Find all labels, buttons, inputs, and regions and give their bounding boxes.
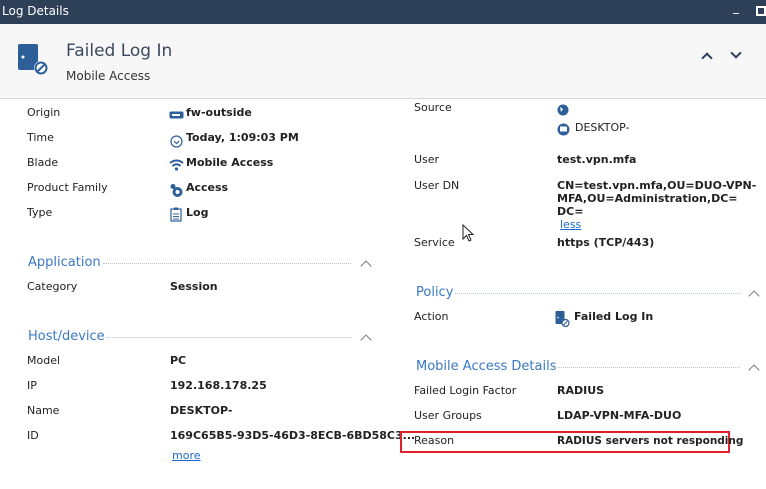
name-label: Name — [27, 404, 60, 417]
mobile-access-details-heading: Mobile Access Details — [416, 359, 557, 374]
id-label: ID — [27, 429, 39, 442]
model-label: Model — [27, 354, 61, 367]
origin-label: Origin — [27, 106, 61, 119]
log-header: Failed Log In Mobile Access — [0, 24, 766, 99]
section-divider — [106, 337, 351, 338]
name-value: DESKTOP- — [170, 404, 233, 417]
product-family-label: Product Family — [27, 181, 108, 194]
origin-value: fw-outside — [186, 106, 252, 119]
model-value: PC — [170, 354, 187, 367]
clock-icon — [170, 135, 183, 148]
more-link[interactable]: more — [172, 449, 201, 463]
user-dn-line: MFA,OU=Administration,DC= — [557, 192, 738, 205]
blade-value: Mobile Access — [186, 156, 274, 169]
category-value: Session — [170, 280, 218, 293]
section-divider — [553, 367, 740, 368]
failed-login-factor-value: RADIUS — [557, 384, 605, 397]
title-bar: Log Details _ — [0, 0, 766, 24]
id-value: 169C65B5-93D5-46D3-8ECB-6BD58C3... — [170, 429, 416, 442]
user-label: User — [414, 153, 440, 166]
less-link[interactable]: less — [560, 218, 581, 232]
desktop-icon — [557, 123, 570, 136]
next-log-button[interactable] — [730, 47, 742, 59]
access-icon — [170, 184, 183, 197]
category-label: Category — [27, 280, 78, 293]
product-family-value: Access — [186, 181, 229, 194]
type-value: Log — [186, 206, 209, 219]
host-device-heading: Host/device — [28, 329, 105, 344]
application-heading: Application — [28, 255, 101, 270]
action-label: Action — [414, 310, 449, 323]
ip-value: 192.168.178.25 — [170, 379, 267, 392]
collapse-application-button[interactable] — [360, 260, 372, 272]
collapse-host-button[interactable] — [360, 334, 372, 346]
collapse-mobile-access-button[interactable] — [748, 364, 760, 376]
user-groups-value: LDAP-VPN-MFA-DUO — [557, 409, 682, 422]
user-value: test.vpn.mfa — [557, 153, 637, 166]
ip-label: IP — [27, 379, 37, 392]
log-icon — [170, 207, 182, 222]
time-value: Today, 1:09:03 PM — [186, 131, 299, 144]
section-divider — [103, 263, 351, 264]
user-dn-line: DC= — [557, 205, 584, 218]
user-groups-label: User Groups — [414, 409, 482, 422]
policy-heading: Policy — [416, 285, 454, 300]
mouse-cursor-icon — [462, 224, 475, 242]
user-dn-line: CN=test.vpn.mfa,OU=DUO-VPN- — [557, 179, 757, 192]
source-label: Source — [414, 101, 452, 114]
wifi-icon — [169, 159, 184, 171]
failed-login-icon — [555, 311, 570, 327]
page-title: Failed Log In — [66, 41, 173, 61]
action-value: Failed Log In — [574, 310, 654, 323]
globe-icon — [557, 104, 569, 116]
reason-value: RADIUS servers not responding — [557, 435, 744, 447]
window-title: Log Details — [2, 4, 69, 18]
blade-label: Blade — [27, 156, 59, 169]
minimize-button[interactable]: _ — [733, 0, 739, 14]
source-host-value: DESKTOP- — [575, 121, 630, 134]
section-divider — [455, 293, 740, 294]
service-label: Service — [414, 236, 455, 249]
gateway-icon — [169, 111, 184, 119]
user-dn-label: User DN — [414, 179, 460, 192]
service-value: https (TCP/443) — [557, 236, 655, 249]
maximize-button[interactable] — [756, 6, 766, 16]
time-label: Time — [27, 131, 54, 144]
type-label: Type — [27, 206, 53, 219]
failed-login-icon — [18, 44, 48, 75]
failed-login-factor-label: Failed Login Factor — [414, 384, 517, 397]
page-subtitle: Mobile Access — [66, 69, 151, 83]
previous-log-button[interactable] — [701, 52, 713, 64]
reason-label: Reason — [414, 434, 455, 447]
collapse-policy-button[interactable] — [748, 290, 760, 302]
